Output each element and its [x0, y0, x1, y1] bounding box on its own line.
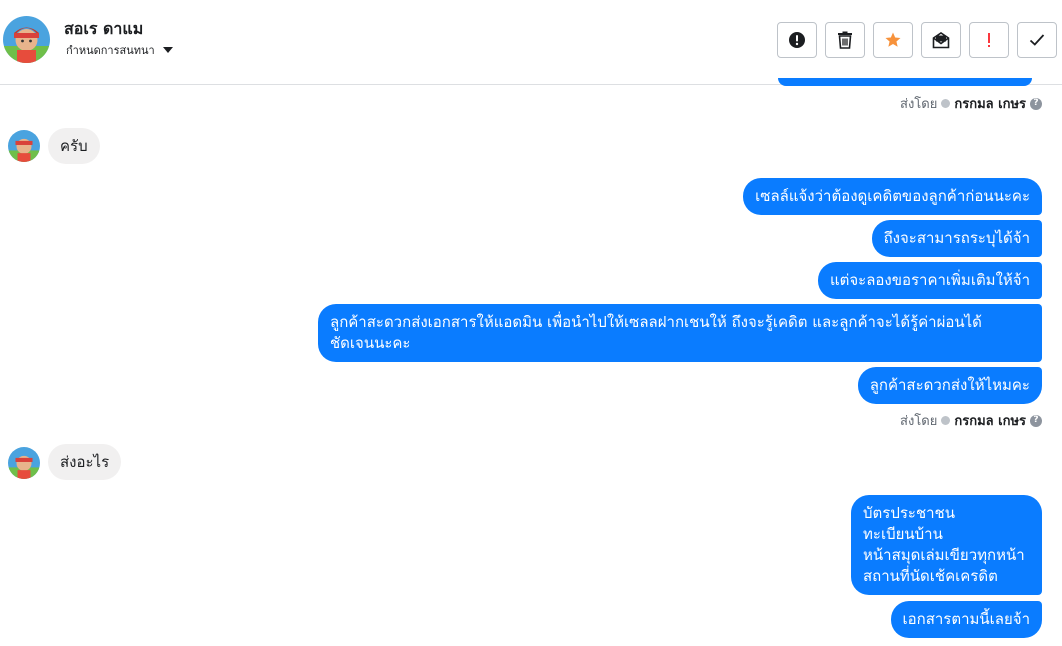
- assign-label: กำหนดการสนทนา: [66, 44, 155, 57]
- conversation-header: สอเร ดาแม กำหนดการสนทนา: [0, 0, 1062, 85]
- contact-avatar-small: [8, 447, 40, 479]
- exclamation-icon: [988, 33, 990, 47]
- check-dot-icon: [941, 416, 951, 425]
- mark-done-button[interactable]: [1017, 22, 1057, 58]
- caret-down-icon: [162, 47, 173, 53]
- assign-conversation-dropdown[interactable]: กำหนดการสนทนา: [66, 41, 173, 59]
- star-button[interactable]: [873, 22, 913, 58]
- check-dot-icon: [941, 99, 951, 108]
- incoming-message[interactable]: ส่งอะไร: [48, 444, 122, 480]
- outgoing-message[interactable]: เซลล์แจ้งว่าต้องดูเคดิตของลูกค้าก่อนนะคะ: [743, 178, 1042, 215]
- message-line: บัตรประชาชน: [863, 504, 955, 522]
- outgoing-message[interactable]: ลูกค้าสะดวกส่งให้ไหมคะ: [857, 367, 1042, 404]
- help-icon[interactable]: ?: [1030, 414, 1042, 427]
- contact-avatar-small: [8, 130, 40, 162]
- check-icon: [1029, 34, 1045, 46]
- sent-by-info: ส่งโดย กรกมล เกษร ?: [900, 410, 1042, 431]
- agent-name: กรกมล เกษร: [954, 97, 1026, 112]
- header-actions: [777, 22, 1057, 58]
- outgoing-message[interactable]: ลูกค้าสะดวกส่งเอกสารให้แอดมิน เพื่อนำไปใ…: [318, 304, 1042, 362]
- exclamation-circle-icon: [789, 32, 805, 48]
- incoming-message[interactable]: ครับ: [48, 128, 100, 164]
- contact-name: สอเร ดาแม: [64, 19, 144, 38]
- star-icon: [885, 32, 901, 47]
- outgoing-message[interactable]: ถึงจะสามารถระบุได้จ้า: [871, 220, 1042, 257]
- message-line: ชัดเจนนะคะ: [330, 334, 411, 352]
- outgoing-message[interactable]: เอกสารตามนี้เลยจ้า: [890, 601, 1042, 638]
- message-line: หน้าสมุดเล่มเขียวทุกหน้า: [863, 546, 1025, 564]
- sent-by-prefix: ส่งโดย: [900, 97, 938, 112]
- outgoing-message[interactable]: บัตรประชาชน ทะเบียนบ้าน หน้าสมุดเล่มเขีย…: [851, 495, 1042, 595]
- trash-icon: [838, 31, 852, 49]
- sent-by-prefix: ส่งโดย: [900, 414, 938, 429]
- mark-spam-button[interactable]: [777, 22, 817, 58]
- follow-up-button[interactable]: [969, 22, 1009, 58]
- delete-button[interactable]: [825, 22, 865, 58]
- sent-by-info: ส่งโดย กรกมล เกษร ?: [900, 93, 1042, 114]
- contact-avatar[interactable]: [3, 16, 50, 63]
- message-line: ทะเบียนบ้าน: [863, 525, 943, 543]
- message-line: สถานที่นัดเช้คเครดิต: [863, 567, 998, 585]
- message-line: ลูกค้าสะดวกส่งเอกสารให้แอดมิน เพื่อนำไปใ…: [330, 313, 982, 331]
- envelope-icon: [932, 32, 950, 49]
- outgoing-message[interactable]: แต่จะลองขอราคาเพิ่มเติมให้จ้า: [817, 262, 1042, 299]
- mark-unread-button[interactable]: [921, 22, 961, 58]
- agent-name: กรกมล เกษร: [954, 414, 1026, 429]
- help-icon[interactable]: ?: [1030, 97, 1042, 110]
- previous-message-bubble: [778, 78, 1032, 86]
